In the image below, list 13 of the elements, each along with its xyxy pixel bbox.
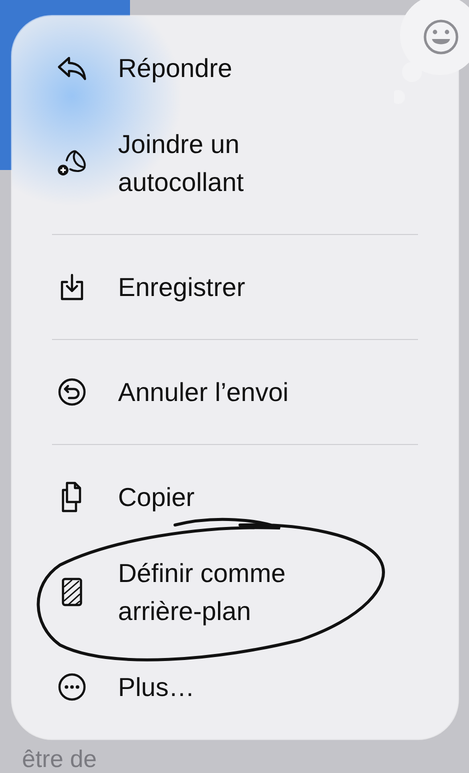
message-text: être de (22, 747, 97, 773)
menu-item[interactable]: Définir comme arrière-plan (12, 535, 318, 649)
menu-item[interactable]: Répondre (12, 30, 232, 106)
menu-item[interactable]: Plus… (12, 649, 195, 725)
menu-item[interactable]: Annuler l’envoi (12, 354, 289, 430)
menu-item[interactable]: Copier (12, 459, 195, 535)
hatched-rectangle-icon (61, 577, 83, 607)
undo-circle-icon (57, 377, 87, 407)
menu-item[interactable]: Joindre un autocollant (12, 106, 318, 220)
more-icon (57, 672, 87, 702)
download-icon (58, 272, 86, 302)
menu-item[interactable]: Enregistrer (12, 249, 246, 325)
reply-icon (56, 54, 88, 82)
